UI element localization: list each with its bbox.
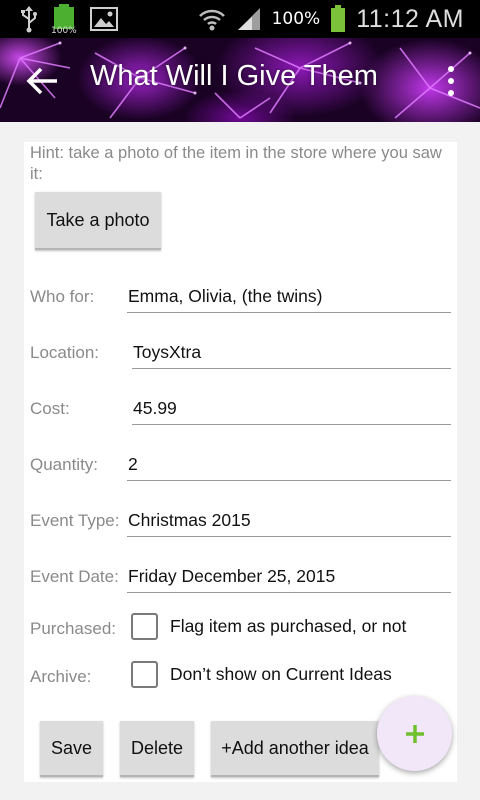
battery-icon — [331, 5, 346, 32]
back-arrow-icon[interactable] — [26, 64, 60, 98]
system-indicators: 100% 11:12 AM — [198, 0, 464, 38]
status-bar: 100% 100% 11:12 AM — [0, 0, 480, 38]
battery-small-label: 100% — [51, 26, 77, 36]
purchased-label: Purchased: — [30, 619, 116, 638]
overflow-dot — [448, 66, 454, 72]
overflow-dot — [448, 90, 454, 96]
purchased-checkbox[interactable] — [131, 613, 158, 640]
overflow-dot — [448, 78, 454, 84]
page-title: What Will I Give Them — [90, 60, 378, 92]
location-field[interactable]: ToysXtra — [132, 341, 451, 369]
clock: 11:12 AM — [356, 4, 464, 33]
quantity-field[interactable]: 2 — [127, 453, 451, 481]
archive-checkbox[interactable] — [131, 661, 158, 688]
take-photo-button[interactable]: Take a photo — [35, 192, 161, 250]
usb-icon — [21, 6, 37, 33]
save-button[interactable]: Save — [40, 721, 103, 777]
purchased-checkbox-label: Flag item as purchased, or not — [170, 616, 407, 636]
archive-checkbox-row[interactable]: Don’t show on Current Ideas — [131, 661, 392, 688]
wifi-icon — [198, 9, 225, 31]
battery-percent: 100% — [271, 9, 321, 29]
location-label: Location: — [30, 343, 99, 362]
event-type-field[interactable]: Christmas 2015 — [127, 509, 451, 537]
archive-label: Archive: — [30, 667, 92, 686]
add-fab-button[interactable] — [377, 696, 452, 771]
photo-hint: Hint: take a photo of the item in the st… — [30, 144, 442, 183]
delete-button[interactable]: Delete — [120, 721, 194, 777]
signal-icon — [237, 8, 260, 30]
battery-full-notification-icon: 100% — [51, 4, 77, 36]
event-date-label: Event Date: — [30, 567, 119, 586]
who-for-label: Who for: — [30, 287, 95, 306]
event-date-field[interactable]: Friday December 25, 2015 — [127, 565, 451, 593]
plus-icon — [405, 724, 424, 743]
purchased-checkbox-row[interactable]: Flag item as purchased, or not — [131, 613, 406, 640]
notification-icons: 100% — [20, 4, 118, 36]
cost-label: Cost: — [30, 399, 70, 418]
overflow-menu-icon[interactable] — [444, 66, 458, 96]
event-type-label: Event Type: — [30, 511, 120, 530]
app-bar: What Will I Give Them — [0, 38, 480, 122]
add-another-idea-button[interactable]: +Add another idea — [211, 721, 379, 777]
archive-checkbox-label: Don’t show on Current Ideas — [170, 664, 392, 684]
image-icon — [90, 7, 118, 31]
cost-field[interactable]: 45.99 — [132, 397, 451, 425]
who-for-field[interactable]: Emma, Olivia, (the twins) — [127, 285, 451, 313]
quantity-label: Quantity: — [30, 455, 99, 474]
